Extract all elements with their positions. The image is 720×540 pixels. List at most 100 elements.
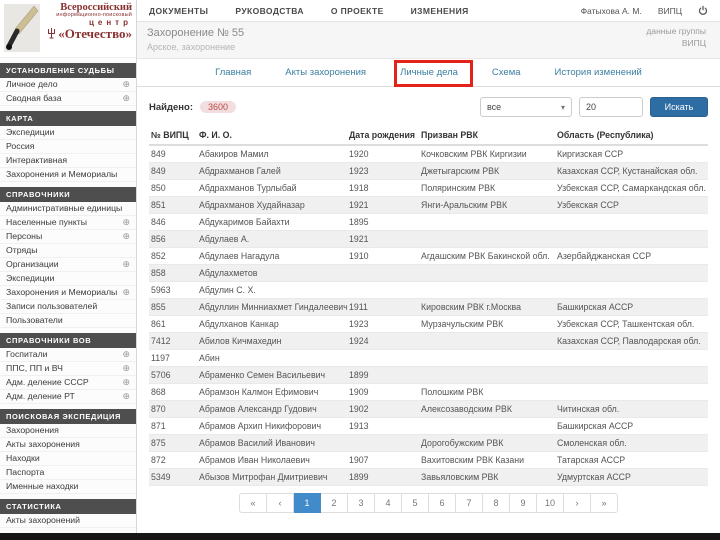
nav-item-о проекте[interactable]: О ПРОЕКТЕ bbox=[331, 6, 384, 16]
sidebar-item[interactable]: Паспорта bbox=[0, 466, 136, 480]
circled-plus-icon[interactable]: ⊕ bbox=[122, 94, 130, 103]
sidebar-item[interactable]: Адм. деление СССР⊕ bbox=[0, 376, 136, 390]
circled-plus-icon[interactable]: ⊕ bbox=[122, 260, 130, 269]
sidebar-item[interactable]: Акты захоронения bbox=[0, 438, 136, 452]
sidebar-item[interactable]: Именные находки bbox=[0, 480, 136, 494]
sidebar-item[interactable]: Пользователи bbox=[0, 314, 136, 328]
table-row[interactable]: 5963Абдулин С. Х. bbox=[149, 282, 708, 299]
column-header[interactable]: Дата рождения bbox=[347, 126, 419, 145]
sidebar-item[interactable]: Адм. деление РТ⊕ bbox=[0, 390, 136, 404]
sidebar-section-header[interactable]: СПРАВОЧНИКИ ВОВ bbox=[0, 333, 136, 348]
table-row[interactable]: 861Абдулханов Канкар1923Мурзачульским РВ… bbox=[149, 316, 708, 333]
page-button-9[interactable]: 9 bbox=[510, 493, 537, 513]
sidebar-item[interactable]: Личное дело⊕ bbox=[0, 78, 136, 92]
table-row[interactable]: 1197Абин bbox=[149, 350, 708, 367]
sidebar-section-header[interactable]: ПОИСКОВАЯ ЭКСПЕДИЦИЯ bbox=[0, 409, 136, 424]
tab-схема[interactable]: Схема bbox=[492, 67, 521, 78]
sidebar-item[interactable]: Экспедиции bbox=[0, 126, 136, 140]
table-cell bbox=[347, 265, 419, 282]
page-button-1[interactable]: 1 bbox=[294, 493, 321, 513]
table-row[interactable]: 870Абрамов Александр Гудович1902Алексоза… bbox=[149, 401, 708, 418]
column-header[interactable]: Призван РВК bbox=[419, 126, 555, 145]
sidebar-item[interactable]: Персоны⊕ bbox=[0, 230, 136, 244]
table-row[interactable]: 849Абакиров Мамил1920Кочковским РВК Кирг… bbox=[149, 145, 708, 163]
circled-plus-icon[interactable]: ⊕ bbox=[122, 80, 130, 89]
logout-button[interactable] bbox=[698, 5, 708, 16]
tab-личные-дела[interactable]: Личные дела bbox=[400, 67, 458, 78]
page-size-input[interactable] bbox=[579, 97, 643, 117]
tab-история-изменений[interactable]: История изменений bbox=[555, 67, 642, 78]
sidebar-item[interactable]: Интерактивная bbox=[0, 154, 136, 168]
sidebar-item[interactable]: Акты захоронений bbox=[0, 514, 136, 528]
column-header[interactable]: Ф. И. О. bbox=[197, 126, 347, 145]
tab-акты-захоронения[interactable]: Акты захоронения bbox=[285, 67, 366, 78]
circled-plus-icon[interactable]: ⊕ bbox=[122, 392, 130, 401]
table-row[interactable]: 852Абдулаев Нагадула1910Агдашским РВК Ба… bbox=[149, 248, 708, 265]
table-cell: Абдулаев А. bbox=[197, 231, 347, 248]
page-button-2[interactable]: 2 bbox=[321, 493, 348, 513]
page-button-»[interactable]: » bbox=[591, 493, 618, 513]
table-row[interactable]: 851Абдрахманов Худайназар1921Янги-Аральс… bbox=[149, 197, 708, 214]
page-button-3[interactable]: 3 bbox=[348, 493, 375, 513]
user-name[interactable]: Фатыхова А. М. bbox=[581, 6, 642, 16]
table-row[interactable]: 875Абрамов Василий ИвановичДорогобужским… bbox=[149, 435, 708, 452]
nav-item-документы[interactable]: ДОКУМЕНТЫ bbox=[149, 6, 208, 16]
table-row[interactable]: 849Абдрахманов Галей1923Джетыгарским РВК… bbox=[149, 163, 708, 180]
table-row[interactable]: 7412Абилов Кичмахедин1924Казахская ССР, … bbox=[149, 333, 708, 350]
sidebar-item[interactable]: Экспедиции bbox=[0, 272, 136, 286]
page-button-10[interactable]: 10 bbox=[537, 493, 564, 513]
column-header[interactable]: Область (Республика) bbox=[555, 126, 708, 145]
sidebar-item[interactable]: Организации⊕ bbox=[0, 258, 136, 272]
circled-plus-icon[interactable]: ⊕ bbox=[122, 218, 130, 227]
sidebar-item[interactable]: Находки bbox=[0, 452, 136, 466]
page-button-5[interactable]: 5 bbox=[402, 493, 429, 513]
sidebar-item[interactable]: Записи пользователей bbox=[0, 300, 136, 314]
sidebar-item[interactable]: Населенные пункты⊕ bbox=[0, 216, 136, 230]
sidebar-item[interactable]: Россия bbox=[0, 140, 136, 154]
table-row[interactable]: 858Абдулахметов bbox=[149, 265, 708, 282]
circled-plus-icon[interactable]: ⊕ bbox=[122, 232, 130, 241]
sidebar-item[interactable]: Отряды bbox=[0, 244, 136, 258]
circled-plus-icon[interactable]: ⊕ bbox=[122, 364, 130, 373]
page-button-7[interactable]: 7 bbox=[456, 493, 483, 513]
sidebar-item[interactable]: Захоронения и Мемориалы bbox=[0, 168, 136, 182]
table-row[interactable]: 868Абрамзон Калмон Ефимович1909Полошким … bbox=[149, 384, 708, 401]
sidebar-section-header[interactable]: КАРТА bbox=[0, 111, 136, 126]
table-row[interactable]: 856Абдулаев А.1921 bbox=[149, 231, 708, 248]
page-button-›[interactable]: › bbox=[564, 493, 591, 513]
sidebar-section-header[interactable]: СТАТИСТИКА bbox=[0, 499, 136, 514]
page-button-«[interactable]: « bbox=[239, 493, 267, 513]
group-filter-select[interactable]: все ▾ bbox=[480, 97, 572, 117]
page-button-6[interactable]: 6 bbox=[429, 493, 456, 513]
sidebar-item[interactable]: Захоронения и Мемориалы⊕ bbox=[0, 286, 136, 300]
table-cell: Абилов Кичмахедин bbox=[197, 333, 347, 350]
circled-plus-icon[interactable]: ⊕ bbox=[122, 350, 130, 359]
page-button-4[interactable]: 4 bbox=[375, 493, 402, 513]
sidebar-item[interactable]: Госпитали⊕ bbox=[0, 348, 136, 362]
sidebar-section-header[interactable]: СПРАВОЧНИКИ bbox=[0, 187, 136, 202]
sidebar-section-header[interactable]: УСТАНОВЛЕНИЕ СУДЬБЫ bbox=[0, 63, 136, 78]
nav-item-руководства[interactable]: РУКОВОДСТВА bbox=[235, 6, 304, 16]
nav-item-изменения[interactable]: ИЗМЕНЕНИЯ bbox=[411, 6, 469, 16]
user-group[interactable]: ВИПЦ bbox=[658, 6, 682, 16]
search-button[interactable]: Искать bbox=[650, 97, 708, 117]
sidebar-item[interactable]: Захоронения bbox=[0, 424, 136, 438]
table-row[interactable]: 871Абрамов Архип Никифорович1913Башкирск… bbox=[149, 418, 708, 435]
table-row[interactable]: 5706Абраменко Семен Васильевич1899 bbox=[149, 367, 708, 384]
circled-plus-icon[interactable]: ⊕ bbox=[122, 288, 130, 297]
sidebar-item[interactable]: Административные единицы bbox=[0, 202, 136, 216]
sidebar-item[interactable]: ППС, ПП и ВЧ⊕ bbox=[0, 362, 136, 376]
page-button-8[interactable]: 8 bbox=[483, 493, 510, 513]
tab-главная[interactable]: Главная bbox=[215, 67, 251, 78]
records-table: № ВИПЦФ. И. О.Дата рожденияПризван РВКОб… bbox=[149, 126, 708, 486]
page-button-‹[interactable]: ‹ bbox=[267, 493, 294, 513]
table-row[interactable]: 872Абрамов Иван Николаевич1907Вахитовски… bbox=[149, 452, 708, 469]
table-row[interactable]: 850Абдрахманов Турлыбай1918Поляринским Р… bbox=[149, 180, 708, 197]
table-row[interactable]: 5349Абызов Митрофан Дмитриевич1899Завьял… bbox=[149, 469, 708, 486]
table-row[interactable]: 846Абдукаримов Байахти1895 bbox=[149, 214, 708, 231]
brand-logo[interactable]: Всероссийский информационно-поисковый це… bbox=[0, 0, 136, 58]
sidebar-item[interactable]: Сводная база⊕ bbox=[0, 92, 136, 106]
table-row[interactable]: 855Абдуллин Минниахмет Гиндалеевич1911Ки… bbox=[149, 299, 708, 316]
circled-plus-icon[interactable]: ⊕ bbox=[122, 378, 130, 387]
column-header[interactable]: № ВИПЦ bbox=[149, 126, 197, 145]
